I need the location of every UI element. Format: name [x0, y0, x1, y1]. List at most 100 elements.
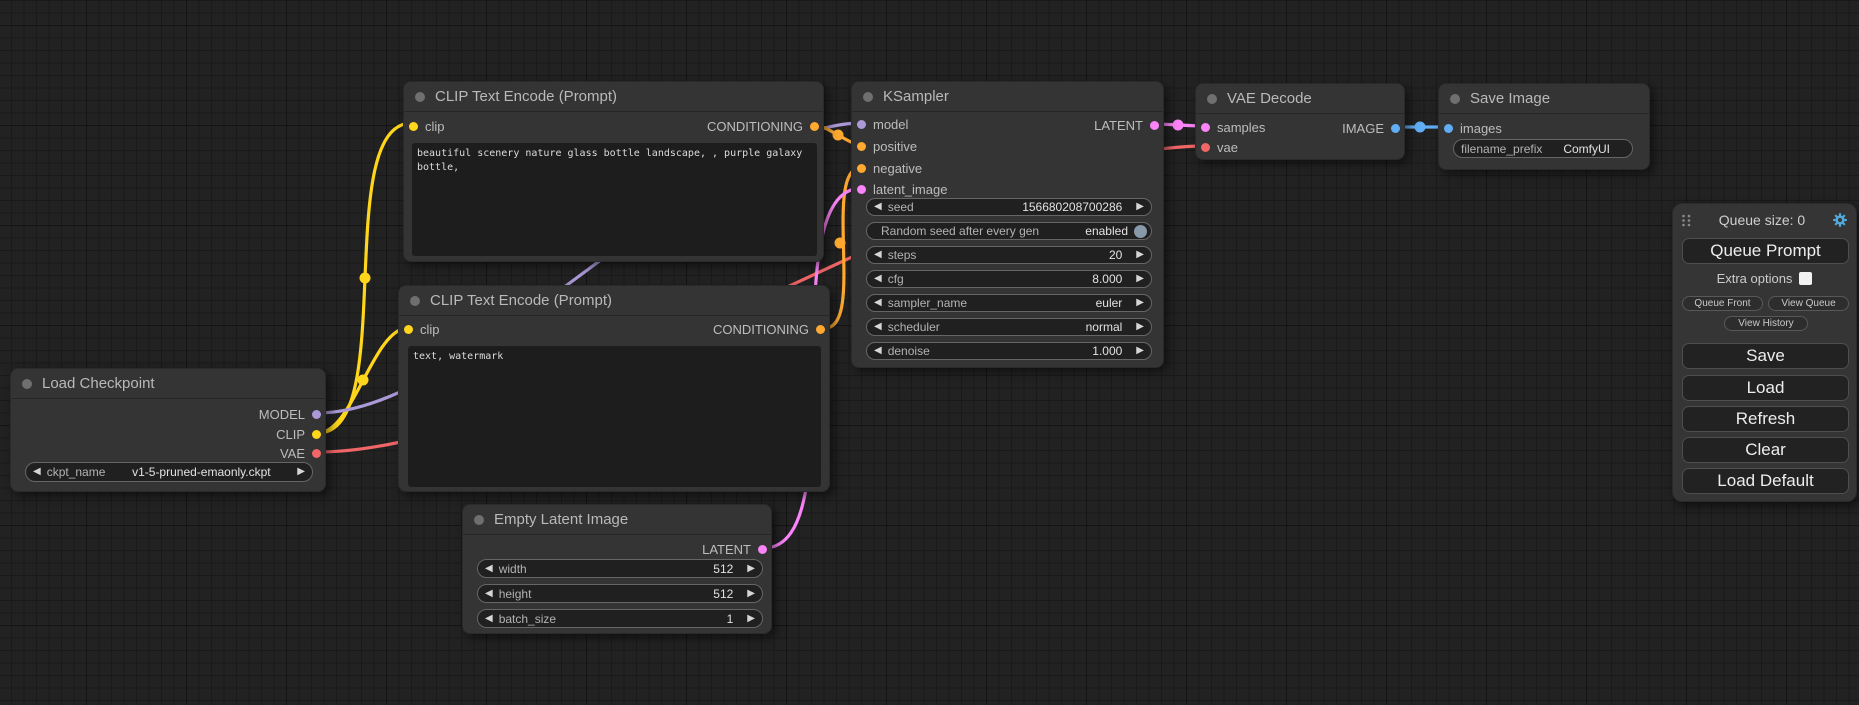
input-slot-samples[interactable]: samples — [1201, 117, 1265, 137]
output-slot-conditioning[interactable]: CONDITIONING — [707, 116, 819, 136]
queue-prompt-button[interactable]: Queue Prompt — [1682, 238, 1849, 264]
collapse-dot-icon[interactable] — [410, 296, 420, 306]
save-button[interactable]: Save — [1682, 343, 1849, 369]
increment-arrow-icon[interactable]: ▶ — [1136, 298, 1144, 308]
height-widget[interactable]: ◀ height 512 ▶ — [477, 584, 763, 603]
increment-arrow-icon[interactable]: ▶ — [747, 564, 755, 574]
input-slot-negative[interactable]: negative — [857, 158, 922, 178]
samples-input-dot[interactable] — [1201, 123, 1210, 132]
collapse-dot-icon[interactable] — [863, 92, 873, 102]
node-title-bar[interactable]: KSampler — [852, 82, 1163, 112]
width-widget[interactable]: ◀ width 512 ▶ — [477, 559, 763, 578]
input-slot-clip[interactable]: clip — [404, 319, 440, 339]
positive-input-dot[interactable] — [857, 142, 866, 151]
load-default-button[interactable]: Load Default — [1682, 468, 1849, 494]
decrement-arrow-icon[interactable]: ◀ — [874, 298, 882, 308]
ckpt-name-widget[interactable]: ◀ ckpt_name v1-5-pruned-emaonly.ckpt ▶ — [25, 462, 313, 482]
increment-arrow-icon[interactable]: ▶ — [747, 589, 755, 599]
drag-handle-icon[interactable] — [1681, 214, 1692, 227]
input-slot-images[interactable]: images — [1444, 118, 1502, 138]
collapse-dot-icon[interactable] — [1207, 94, 1217, 104]
model-input-dot[interactable] — [857, 120, 866, 129]
toggle-knob-icon[interactable] — [1134, 225, 1147, 238]
sampler-name-widget[interactable]: ◀ sampler_name euler ▶ — [866, 294, 1152, 312]
decrement-arrow-icon[interactable]: ◀ — [485, 564, 493, 574]
increment-arrow-icon[interactable]: ▶ — [1136, 322, 1144, 332]
clip-output-dot[interactable] — [312, 430, 321, 439]
output-slot-image[interactable]: IMAGE — [1342, 118, 1400, 138]
node-title-bar[interactable]: Load Checkpoint — [11, 369, 325, 399]
decrement-arrow-icon[interactable]: ◀ — [874, 346, 882, 356]
image-output-dot[interactable] — [1391, 124, 1400, 133]
conditioning-output-dot[interactable] — [810, 122, 819, 131]
output-slot-clip[interactable]: CLIP — [276, 424, 321, 444]
refresh-button[interactable]: Refresh — [1682, 406, 1849, 432]
input-slot-vae[interactable]: vae — [1201, 137, 1238, 157]
vae-input-dot[interactable] — [1201, 143, 1210, 152]
settings-gear-icon[interactable] — [1832, 212, 1848, 228]
node-ksampler[interactable]: KSampler model positive negative latent_… — [851, 81, 1164, 368]
decrement-arrow-icon[interactable]: ◀ — [874, 274, 882, 284]
batch-size-widget[interactable]: ◀ batch_size 1 ▶ — [477, 609, 763, 628]
increment-arrow-icon[interactable]: ▶ — [1136, 274, 1144, 284]
node-empty-latent-image[interactable]: Empty Latent Image LATENT ◀ width 512 ▶ … — [462, 504, 772, 634]
seed-widget[interactable]: ◀ seed 156680208700286 ▶ — [866, 198, 1152, 216]
input-slot-clip[interactable]: clip — [409, 116, 445, 136]
view-history-button[interactable]: View History — [1724, 316, 1808, 331]
output-slot-conditioning[interactable]: CONDITIONING — [713, 319, 825, 339]
decrement-arrow-icon[interactable]: ◀ — [874, 202, 882, 212]
latent-output-dot[interactable] — [758, 545, 767, 554]
queue-panel[interactable]: Queue size: 0 Queue Prompt Extra options… — [1672, 203, 1857, 502]
decrement-arrow-icon[interactable]: ◀ — [485, 589, 493, 599]
latent-output-dot[interactable] — [1150, 121, 1159, 130]
output-slot-latent[interactable]: LATENT — [1094, 115, 1159, 135]
clear-button[interactable]: Clear — [1682, 437, 1849, 463]
increment-arrow-icon[interactable]: ▶ — [747, 614, 755, 624]
node-title-bar[interactable]: Save Image — [1439, 84, 1649, 114]
conditioning-output-dot[interactable] — [816, 325, 825, 334]
input-slot-latent-image[interactable]: latent_image — [857, 179, 947, 199]
collapse-dot-icon[interactable] — [415, 92, 425, 102]
node-title-bar[interactable]: Empty Latent Image — [463, 505, 771, 535]
decrement-arrow-icon[interactable]: ◀ — [485, 614, 493, 624]
node-load-checkpoint[interactable]: Load Checkpoint MODEL CLIP VAE ◀ ckpt_na… — [10, 368, 326, 492]
node-graph-canvas[interactable]: Load Checkpoint MODEL CLIP VAE ◀ ckpt_na… — [0, 0, 1859, 705]
node-vae-decode[interactable]: VAE Decode samples vae IMAGE — [1195, 83, 1405, 160]
output-slot-model[interactable]: MODEL — [259, 404, 321, 424]
vae-output-dot[interactable] — [312, 449, 321, 458]
extra-options-checkbox[interactable] — [1799, 272, 1812, 285]
increment-arrow-icon[interactable]: ▶ — [1136, 250, 1144, 260]
collapse-dot-icon[interactable] — [1450, 94, 1460, 104]
collapse-dot-icon[interactable] — [22, 379, 32, 389]
prompt-textarea[interactable]: text, watermark — [408, 346, 821, 487]
node-title-bar[interactable]: CLIP Text Encode (Prompt) — [404, 82, 823, 112]
collapse-dot-icon[interactable] — [474, 515, 484, 525]
increment-arrow-icon[interactable]: ▶ — [297, 467, 305, 477]
node-title-bar[interactable]: VAE Decode — [1196, 84, 1404, 114]
node-clip-text-encode-positive[interactable]: CLIP Text Encode (Prompt) clip CONDITION… — [403, 81, 824, 262]
cfg-widget[interactable]: ◀ cfg 8.000 ▶ — [866, 270, 1152, 288]
output-slot-latent[interactable]: LATENT — [702, 539, 767, 559]
node-save-image[interactable]: Save Image images filename_prefix ComfyU… — [1438, 83, 1650, 170]
clip-input-dot[interactable] — [404, 325, 413, 334]
load-button[interactable]: Load — [1682, 375, 1849, 401]
images-input-dot[interactable] — [1444, 124, 1453, 133]
prompt-textarea[interactable]: beautiful scenery nature glass bottle la… — [412, 143, 817, 256]
increment-arrow-icon[interactable]: ▶ — [1136, 202, 1144, 212]
latent-image-input-dot[interactable] — [857, 185, 866, 194]
node-clip-text-encode-negative[interactable]: CLIP Text Encode (Prompt) clip CONDITION… — [398, 285, 830, 492]
input-slot-positive[interactable]: positive — [857, 136, 917, 156]
decrement-arrow-icon[interactable]: ◀ — [874, 250, 882, 260]
clip-input-dot[interactable] — [409, 122, 418, 131]
output-slot-vae[interactable]: VAE — [280, 443, 321, 463]
denoise-widget[interactable]: ◀ denoise 1.000 ▶ — [866, 342, 1152, 360]
decrement-arrow-icon[interactable]: ◀ — [874, 322, 882, 332]
node-title-bar[interactable]: CLIP Text Encode (Prompt) — [399, 286, 829, 316]
negative-input-dot[interactable] — [857, 164, 866, 173]
decrement-arrow-icon[interactable]: ◀ — [33, 467, 41, 477]
model-output-dot[interactable] — [312, 410, 321, 419]
random-seed-toggle-widget[interactable]: Random seed after every gen enabled — [866, 222, 1152, 240]
input-slot-model[interactable]: model — [857, 114, 908, 134]
scheduler-widget[interactable]: ◀ scheduler normal ▶ — [866, 318, 1152, 336]
filename-prefix-widget[interactable]: filename_prefix ComfyUI — [1453, 139, 1633, 158]
